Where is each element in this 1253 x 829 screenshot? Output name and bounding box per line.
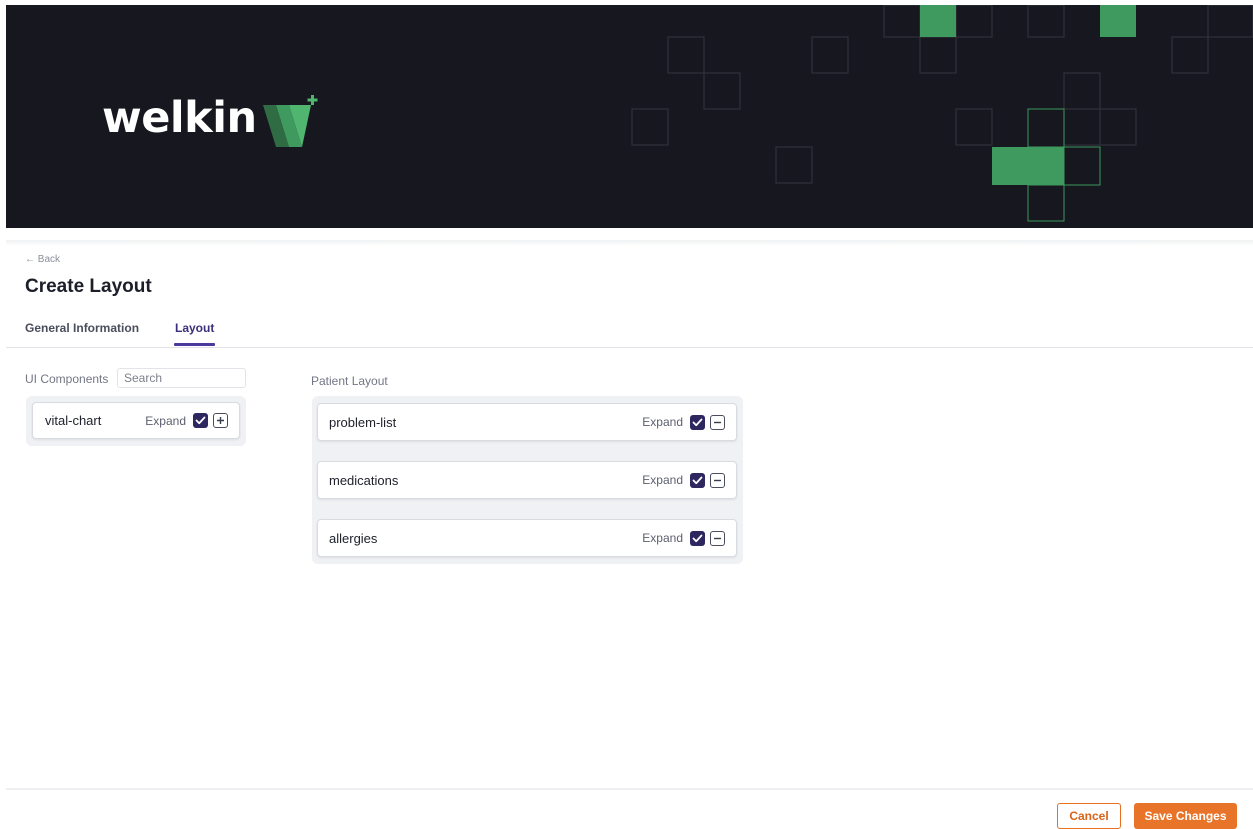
logo-wordmark: welkin (102, 93, 257, 143)
page-title: Create Layout (25, 276, 152, 297)
expand-checkbox[interactable] (690, 472, 705, 488)
welkin-logo: welkin (102, 93, 323, 149)
layout-card-problem-list[interactable]: problem-list Expand (317, 403, 737, 441)
tab-layout[interactable]: Layout (173, 321, 216, 346)
minus-icon (714, 421, 721, 423)
component-search-input[interactable] (117, 368, 246, 388)
layout-card-allergies[interactable]: allergies Expand (317, 519, 737, 557)
checkmark-icon (692, 476, 703, 484)
expand-checkbox[interactable] (690, 530, 705, 546)
add-component-button[interactable] (213, 413, 228, 428)
tab-general-information[interactable]: General Information (25, 321, 175, 346)
tab-divider (6, 347, 1253, 348)
expand-label: Expand (642, 531, 683, 545)
component-name: vital-chart (45, 413, 102, 428)
back-link[interactable]: ← Back (25, 254, 60, 265)
minus-icon (714, 479, 721, 481)
expand-label: Expand (642, 473, 683, 487)
welkin-w-mark-icon (262, 95, 318, 147)
layout-card-medications[interactable]: medications Expand (317, 461, 737, 499)
expand-label: Expand (145, 413, 186, 428)
expand-checkbox[interactable] (193, 413, 208, 428)
remove-component-button[interactable] (710, 472, 725, 488)
component-name: medications (329, 472, 399, 488)
minus-icon (714, 537, 721, 539)
checkmark-icon (692, 418, 703, 426)
patient-layout-label: Patient Layout (311, 374, 388, 388)
expand-checkbox[interactable] (690, 414, 705, 430)
checkmark-icon (692, 534, 703, 542)
footer-divider (6, 788, 1253, 790)
component-name: problem-list (329, 414, 397, 430)
cancel-button[interactable]: Cancel (1057, 803, 1121, 829)
expand-label: Expand (642, 415, 683, 429)
ui-components-label: UI Components (25, 372, 109, 386)
tab-bar: General Information Layout (25, 321, 216, 346)
banner-shadow (6, 240, 1253, 246)
component-name: allergies (329, 530, 378, 546)
remove-component-button[interactable] (710, 414, 725, 430)
header-banner: welkin (6, 5, 1253, 228)
plus-icon (217, 417, 224, 424)
component-card-vital-chart[interactable]: vital-chart Expand (32, 402, 240, 439)
checkmark-icon (195, 416, 206, 425)
save-changes-button[interactable]: Save Changes (1134, 803, 1237, 829)
remove-component-button[interactable] (710, 530, 725, 546)
